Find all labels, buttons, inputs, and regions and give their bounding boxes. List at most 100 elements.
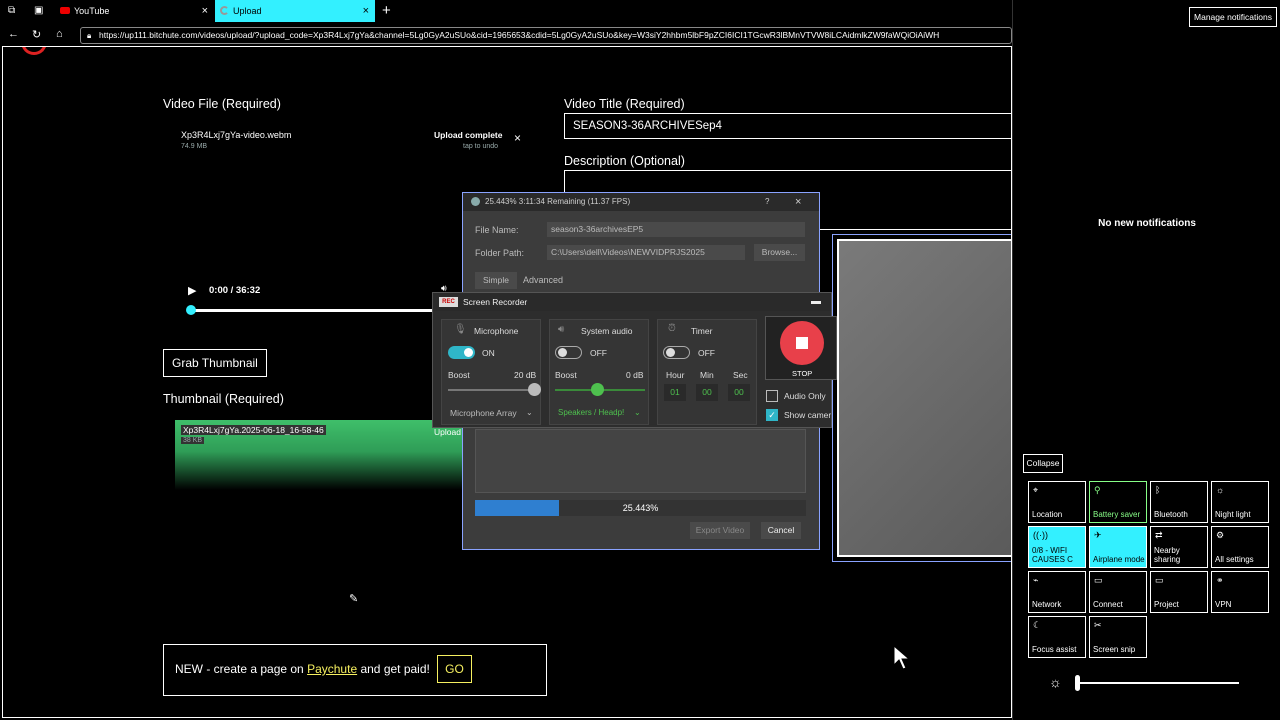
thumb-file: Xp3R4Lxj7gYa.2025-06-18_16-58-46 [181,425,326,435]
camera-frame [832,234,1011,562]
quick-tile-night-light[interactable]: ☼ Night light [1211,481,1269,523]
recorder-title: Screen Recorder [463,297,528,307]
url-text: https://up111.bitchute.com/videos/upload… [99,30,940,40]
remove-file-icon[interactable]: × [514,131,521,145]
sys-toggle[interactable] [555,346,582,359]
audio-only-label: Audio Only [784,391,826,401]
quick-tile-label: Focus assist [1032,645,1077,654]
tab-simple[interactable]: Simple [475,272,517,289]
screen-snip-icon: ✂ [1094,620,1102,630]
quick-tile-location[interactable]: ⌖ Location [1028,481,1086,523]
promo-prefix: NEW - create a page on [175,662,308,676]
brightness-handle[interactable] [1075,675,1080,691]
quick-tile-label: 0/8 - WIFI CAUSES C [1032,546,1073,564]
folder-path-input[interactable]: C:\Users\dell\Videos\NEWVIDPRJS2025 [547,245,745,260]
file-name: Xp3R4Lxj7gYa-video.webm [181,130,292,140]
recorder-titlebar: REC Screen Recorder ▬ [433,293,831,311]
tab-actions-icon[interactable]: ▣ [34,5,43,16]
quick-tile-project[interactable]: ▭ Project [1150,571,1208,613]
tab-upload[interactable]: Upload × [215,0,375,22]
hour-label: Hour [666,370,685,380]
quick-tile-airplane[interactable]: ✈ Airplane mode [1089,526,1147,568]
quick-tile-screen-snip[interactable]: ✂ Screen snip [1089,616,1147,658]
export-video-button[interactable]: Export Video [690,522,750,539]
stop-button[interactable]: STOP [765,316,837,380]
timer-toggle[interactable] [663,346,690,359]
sys-boost-handle[interactable] [591,383,604,396]
quick-tile-focus-assist[interactable]: ☾ Focus assist [1028,616,1086,658]
close-icon[interactable]: × [363,0,369,22]
export-log-area [475,429,806,493]
edit-icon[interactable]: ✎ [349,592,358,605]
mic-boost-value: 20 dB [514,370,537,380]
quick-tile-battery-saver[interactable]: ⚲ Battery saver [1089,481,1147,523]
collapse-button[interactable]: Collapse [1023,454,1063,473]
site-logo [21,47,47,55]
stop-label: STOP [792,369,813,378]
quick-tile-label: Location [1032,510,1063,519]
minimize-icon[interactable]: ▬ [811,293,821,311]
close-icon[interactable]: × [202,0,208,22]
tab-youtube[interactable]: YouTube × [56,0,214,22]
help-button[interactable]: ? [765,193,769,211]
export-titlebar: 25.443% 3:11:34 Remaining (11.37 FPS) ? … [463,193,819,211]
file-name-input[interactable]: season3-36archivesEP5 [547,222,805,237]
rec-icon: REC [439,297,458,307]
bluetooth-icon: ᛒ [1155,485,1161,495]
quick-tile-settings[interactable]: ⚙ All settings [1211,526,1269,568]
camera-preview [837,239,1011,557]
timer-label: Timer [691,326,713,336]
url-field[interactable]: 🔒︎ https://up111.bitchute.com/videos/upl… [80,27,1012,44]
quick-tile-bluetooth[interactable]: ᛒ Bluetooth [1150,481,1208,523]
refresh-icon[interactable]: ↻ [32,28,41,41]
video-title-input[interactable]: SEASON3-36ARCHIVESep4 [564,113,1011,139]
nearby-sharing-icon: ⇄ [1155,530,1163,540]
mic-boost-slider[interactable] [448,389,534,391]
manage-notifications-button[interactable]: Manage notifications [1189,7,1277,27]
show-camera-checkbox[interactable]: ✓ [766,409,778,421]
mic-device[interactable]: Microphone Array [450,408,517,418]
browse-button[interactable]: Browse... [754,244,805,261]
tab-label: Upload [233,6,262,16]
new-tab-icon[interactable]: + [382,2,391,19]
quick-tile-label: Bluetooth [1154,510,1188,519]
chevron-down-icon[interactable]: ⌄ [634,408,641,417]
mouse-cursor [893,645,911,670]
paychute-link[interactable]: Paychute [307,662,357,676]
workspaces-icon[interactable]: ⧉ [8,5,15,16]
tab-label: YouTube [74,6,110,16]
audio-only-checkbox[interactable] [766,390,778,402]
quick-tile-label: Project [1154,600,1179,609]
quick-tile-connect[interactable]: ▭ Connect [1089,571,1147,613]
mic-boost-handle[interactable] [528,383,541,396]
hour-input[interactable]: 01 [664,384,686,401]
grab-thumbnail-button[interactable]: Grab Thumbnail [163,349,267,377]
mic-label: Microphone [474,326,519,336]
vpn-icon: ⚭ [1216,575,1224,585]
quick-tile-nearby-sharing[interactable]: ⇄ Nearby sharing [1150,526,1208,568]
export-progress-text: 25.443% [622,503,659,513]
sys-state: OFF [590,348,607,358]
min-input[interactable]: 00 [696,384,718,401]
sys-device[interactable]: Speakers / Headp! [558,408,624,417]
mic-toggle[interactable] [448,346,475,359]
brightness-slider[interactable] [1075,682,1239,684]
seek-bar[interactable] [191,309,433,312]
home-icon[interactable]: ⌂ [56,28,63,40]
mic-state: ON [482,348,495,358]
chevron-down-icon[interactable]: ⌄ [526,408,533,417]
quick-tile-wifi[interactable]: ((·)) 0/8 - WIFI CAUSES C [1028,526,1086,568]
back-icon[interactable]: ← [8,28,19,40]
quick-tile-vpn[interactable]: ⚭ VPN [1211,571,1269,613]
play-icon[interactable]: ▶ [188,284,196,297]
airplane-icon: ✈ [1094,530,1102,540]
seek-handle[interactable] [186,305,196,315]
tab-advanced[interactable]: Advanced [523,275,563,285]
undo-hint[interactable]: tap to undo [463,143,498,150]
battery-saver-icon: ⚲ [1094,485,1101,495]
cancel-button[interactable]: Cancel [761,522,801,539]
sec-input[interactable]: 00 [728,384,750,401]
quick-tile-network[interactable]: ⌁ Network [1028,571,1086,613]
close-button[interactable]: × [795,193,801,211]
go-button[interactable]: GO [437,655,472,683]
